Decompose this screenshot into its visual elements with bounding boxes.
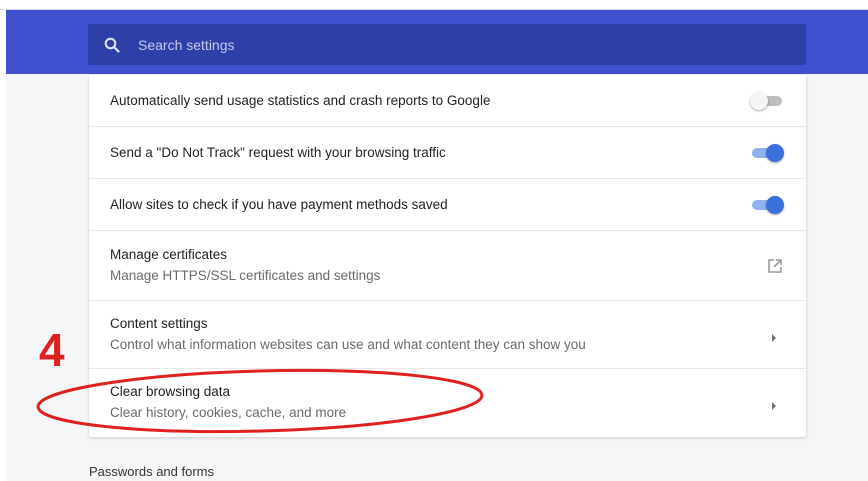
setting-row-usage-statistics[interactable]: Automatically send usage statistics and … [89, 75, 806, 127]
toggle-knob [766, 196, 784, 214]
settings-page: Automatically send usage statistics and … [0, 0, 868, 481]
usage-statistics-toggle[interactable] [750, 91, 784, 111]
setting-row-clear-browsing-data[interactable]: Clear browsing data Clear history, cooki… [89, 369, 806, 437]
setting-title: Automatically send usage statistics and … [110, 93, 491, 108]
toggle-knob [766, 144, 784, 162]
section-heading-passwords-and-forms: Passwords and forms [89, 464, 214, 479]
setting-subtitle: Manage HTTPS/SSL certificates and settin… [110, 268, 381, 283]
setting-subtitle: Control what information websites can us… [110, 337, 586, 352]
setting-title: Send a "Do Not Track" request with your … [110, 145, 446, 160]
search-box[interactable] [88, 24, 806, 65]
payment-methods-toggle[interactable] [750, 195, 784, 215]
setting-title: Allow sites to check if you have payment… [110, 197, 448, 212]
setting-subtitle: Clear history, cookies, cache, and more [110, 405, 347, 420]
setting-row-do-not-track[interactable]: Send a "Do Not Track" request with your … [89, 127, 806, 179]
setting-row-manage-certificates[interactable]: Manage certificates Manage HTTPS/SSL cer… [89, 231, 806, 301]
setting-title: Clear browsing data [110, 384, 231, 399]
chevron-right-icon[interactable] [770, 398, 778, 410]
setting-title: Manage certificates [110, 247, 228, 262]
search-icon [102, 35, 122, 55]
toggle-knob [750, 92, 768, 110]
search-input[interactable] [136, 35, 780, 54]
privacy-settings-card: Automatically send usage statistics and … [89, 75, 806, 437]
setting-row-content-settings[interactable]: Content settings Control what informatio… [89, 301, 806, 369]
window-top-strip [0, 0, 868, 10]
chevron-right-icon[interactable] [770, 330, 778, 342]
do-not-track-toggle[interactable] [750, 143, 784, 163]
setting-row-payment-methods[interactable]: Allow sites to check if you have payment… [89, 179, 806, 231]
setting-title: Content settings [110, 316, 208, 331]
annotation-step-number: 4 [39, 324, 65, 376]
external-link-icon[interactable] [766, 257, 784, 275]
